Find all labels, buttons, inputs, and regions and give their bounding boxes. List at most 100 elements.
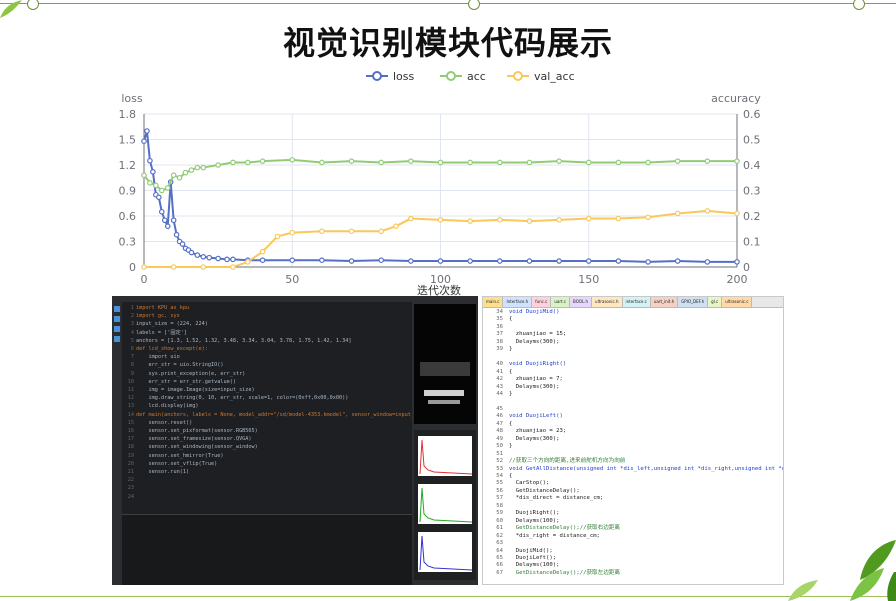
line-number: 45: [496, 405, 503, 412]
point-loss: [319, 257, 325, 264]
point-acc: [147, 180, 153, 186]
terminal-output: [122, 515, 412, 534]
point-acc: [526, 159, 533, 166]
y-left-tick-label: 0.6: [119, 210, 137, 223]
point-loss: [147, 157, 153, 164]
code-text: GetDistanceDelay();//获取右边距离: [509, 525, 621, 532]
line-number: 60: [496, 517, 503, 524]
line-number: 7: [130, 354, 134, 361]
y-left-tick-label: 1.5: [119, 134, 137, 147]
line-number: 43: [496, 383, 503, 390]
code-line: 59 DuojiRight();: [485, 510, 783, 517]
code-line: sensor.run(1): [136, 469, 190, 476]
histogram-panel: [414, 430, 476, 580]
code-line: 55 CarStop();: [485, 480, 783, 487]
code-line: 48 zhuanjiao = 23;: [485, 428, 783, 435]
point-acc: [319, 159, 325, 166]
point-val_acc: [615, 215, 622, 222]
point-loss: [161, 217, 168, 224]
code-line: anchors = [1.3, 1.52, 1.32, 3.48, 3.34, …: [136, 337, 352, 344]
top-decor-circle-mid: [468, 0, 480, 10]
code-line: 66 Delayms(100);: [485, 562, 783, 569]
line-number: 48: [496, 428, 503, 435]
point-acc: [200, 164, 207, 171]
file-icon[interactable]: [114, 306, 120, 312]
c-code-editor[interactable]: 34 void DuojiMid() 35 {36 37 zhuanjiao = 15;…: [485, 309, 783, 584]
point-loss: [348, 258, 355, 264]
code-line: sensor.reset(): [136, 419, 193, 426]
y-left-tick-label: 1.2: [119, 159, 137, 172]
line-number: 11: [127, 387, 134, 394]
code-text: Delayms(100);: [509, 517, 560, 524]
code-line: sensor.set_framesize(sensor.QVGA): [136, 436, 252, 443]
point-acc: [230, 159, 236, 166]
point-loss: [200, 254, 207, 260]
point-loss: [215, 255, 221, 262]
y-right-tick-label: 0.5: [743, 134, 761, 147]
keil-editor-screenshot: main.c Interface.h func.c uart.c BOOL.h ultra…: [482, 296, 784, 585]
y-left-tick-label: 0: [129, 261, 136, 274]
editor-tab[interactable]: interface.c: [622, 297, 651, 307]
editor-tab[interactable]: uart_init.h: [650, 297, 679, 307]
code-line: 62 *dis_right = distance_cm;: [485, 533, 783, 540]
y-left-tick-label: 0.3: [119, 236, 137, 249]
line-number: 41: [496, 368, 503, 375]
code-text: zhuanjiao = 23;: [509, 428, 567, 435]
code-text: DuojiLeft();: [509, 554, 557, 561]
point-loss: [734, 259, 740, 265]
open-icon[interactable]: [114, 316, 120, 322]
chart-grid: [143, 113, 738, 268]
editor-tab[interactable]: ultrasonic.h: [592, 297, 623, 307]
line-number: 9: [130, 370, 134, 377]
legend-marker-val_acc: [513, 71, 523, 81]
editor-tab[interactable]: func.c: [532, 297, 552, 307]
code-line: 57 *dis_direct = distance_cm;: [485, 495, 783, 502]
run-icon[interactable]: [114, 336, 120, 342]
line-number: 47: [496, 420, 503, 427]
line-number: 14: [127, 411, 134, 418]
line-number: 6: [130, 346, 134, 353]
editor-tab[interactable]: ultrasonic.c: [722, 297, 753, 307]
code-line: sensor.set_windowing(sensor_window): [136, 444, 258, 451]
code-line: import gc, sys: [136, 313, 180, 320]
save-icon[interactable]: [114, 326, 120, 332]
editor-tab[interactable]: BOOL.h: [570, 297, 593, 307]
bottom-decor-line: [0, 596, 896, 597]
slide-title: 视觉识别模块代码展示: [282, 24, 613, 62]
line-number: 65: [496, 554, 503, 561]
point-loss: [408, 258, 414, 264]
line-number: 50: [496, 443, 503, 450]
code-line: 38 Delayms(300);: [485, 339, 783, 346]
editor-tab[interactable]: uart.c: [551, 297, 571, 307]
python-code-editor[interactable]: import KPU as kpu import gc, sys input_siz…: [136, 304, 430, 514]
point-acc: [170, 172, 177, 179]
training-chart: loss acc val_acc loss accuracy 0 0 0.3 0.1 0.6…: [119, 70, 762, 296]
point-loss: [378, 257, 385, 264]
point-val_acc: [244, 259, 251, 265]
point-loss: [206, 254, 213, 261]
code-text: DuojiMid();: [509, 547, 553, 554]
point-val_acc: [585, 215, 592, 222]
point-loss: [496, 258, 503, 264]
code-line: img = image.Image(size=input_size): [136, 387, 255, 394]
line-number: 4: [130, 329, 134, 336]
line-number: 8: [130, 362, 134, 369]
serial-terminal: [122, 514, 412, 585]
editor-tab[interactable]: gl.c: [708, 297, 723, 307]
editor-tab[interactable]: Interface.h: [503, 297, 533, 307]
editor-tab[interactable]: main.c: [483, 297, 504, 307]
point-acc: [176, 174, 183, 181]
point-val_acc: [526, 218, 533, 224]
line-number: 36: [496, 323, 503, 330]
code-line: labels = ['固定']: [136, 329, 187, 336]
line-number: 44: [496, 390, 503, 397]
editor-tab[interactable]: GPIO_DEF.h: [678, 297, 709, 307]
point-acc: [259, 158, 266, 164]
point-loss: [179, 241, 186, 247]
code-text: void DuojiRight(): [509, 361, 567, 368]
code-text: *dis_direct = distance_cm;: [509, 495, 604, 502]
line-number: 64: [496, 547, 503, 554]
point-loss: [437, 258, 444, 264]
point-acc: [408, 158, 414, 164]
code-text: zhuanjiao = 15;: [509, 331, 567, 338]
